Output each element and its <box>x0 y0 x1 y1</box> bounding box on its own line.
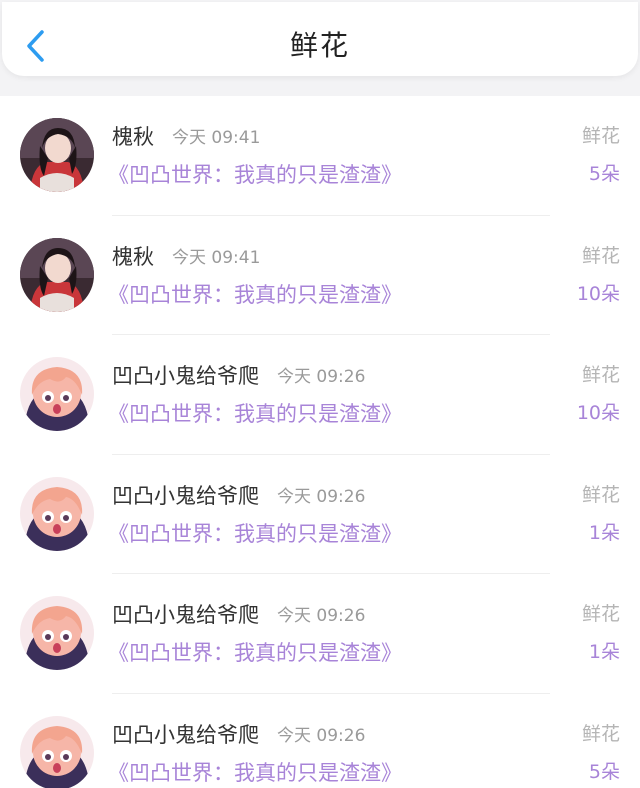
gift-record-row[interactable]: 凹凸小鬼给爷爬 今天 09:26 《凹凸世界：我真的只是渣渣》 鲜花 1朵 <box>0 574 640 694</box>
gift-type-label: 鲜花 <box>581 483 620 506</box>
user-avatar[interactable] <box>20 476 94 551</box>
user-name[interactable]: 凹凸小鬼给爷爬 <box>112 720 259 750</box>
user-name[interactable]: 槐秋 <box>112 242 154 272</box>
page-title: 鲜花 <box>289 29 350 62</box>
gift-type-label: 鲜花 <box>581 125 620 147</box>
gift-record-row[interactable]: 凹凸小鬼给爷爬 今天 09:26 《凹凸世界：我真的只是渣渣》 鲜花 5朵 <box>0 694 640 788</box>
user-avatar[interactable] <box>20 237 94 312</box>
top-bar: 鲜花 <box>0 0 640 96</box>
gift-type-label: 鲜花 <box>581 722 620 745</box>
book-title-link[interactable]: 《凹凸世界：我真的只是渣渣》 <box>108 280 402 310</box>
book-title-link[interactable]: 《凹凸世界：我真的只是渣渣》 <box>108 399 402 429</box>
user-avatar[interactable] <box>20 715 94 788</box>
gift-type-label: 鲜花 <box>581 603 620 625</box>
book-title-link[interactable]: 《凹凸世界：我真的只是渣渣》 <box>108 160 402 190</box>
record-time: 今天 09:26 <box>277 367 366 387</box>
header-card: 鲜花 <box>2 2 638 76</box>
user-avatar[interactable] <box>20 596 94 670</box>
gift-record-list: 槐秋 今天 09:41 《凹凸世界：我真的只是渣渣》 鲜花 5朵 槐秋 今天 09:41 《凹… <box>0 96 640 788</box>
gift-record-row[interactable]: 槐秋 今天 09:41 《凹凸世界：我真的只是渣渣》 鲜花 5朵 <box>0 96 640 216</box>
record-time: 今天 09:41 <box>172 247 261 268</box>
user-name[interactable]: 槐秋 <box>112 122 154 152</box>
gift-type-label: 鲜花 <box>581 244 620 267</box>
user-name[interactable]: 凹凸小鬼给爷爬 <box>112 481 259 511</box>
gift-amount: 1朵 <box>588 521 620 544</box>
gift-record-row[interactable]: 凹凸小鬼给爷爬 今天 09:26 《凹凸世界：我真的只是渣渣》 鲜花 1朵 <box>0 455 640 574</box>
user-name[interactable]: 凹凸小鬼给爷爬 <box>112 600 259 630</box>
record-time: 今天 09:41 <box>172 128 261 148</box>
user-avatar[interactable] <box>20 357 94 431</box>
gift-record-row[interactable]: 凹凸小鬼给爷爬 今天 09:26 《凹凸世界：我真的只是渣渣》 鲜花 10朵 <box>0 335 640 455</box>
gift-amount: 10朵 <box>576 282 620 305</box>
book-title-link[interactable]: 《凹凸世界：我真的只是渣渣》 <box>108 519 402 549</box>
gift-amount: 5朵 <box>588 760 620 783</box>
user-name[interactable]: 凹凸小鬼给爷爬 <box>112 361 259 391</box>
record-time: 今天 09:26 <box>277 486 366 507</box>
user-avatar[interactable] <box>20 118 94 192</box>
book-title-link[interactable]: 《凹凸世界：我真的只是渣渣》 <box>108 758 402 788</box>
record-time: 今天 09:26 <box>277 725 366 746</box>
gift-type-label: 鲜花 <box>581 364 620 386</box>
gift-amount: 5朵 <box>588 163 620 185</box>
record-time: 今天 09:26 <box>277 606 366 626</box>
gift-amount: 1朵 <box>588 641 620 663</box>
book-title-link[interactable]: 《凹凸世界：我真的只是渣渣》 <box>108 638 402 668</box>
gift-amount: 10朵 <box>576 402 620 424</box>
gift-record-row[interactable]: 槐秋 今天 09:41 《凹凸世界：我真的只是渣渣》 鲜花 10朵 <box>0 216 640 335</box>
